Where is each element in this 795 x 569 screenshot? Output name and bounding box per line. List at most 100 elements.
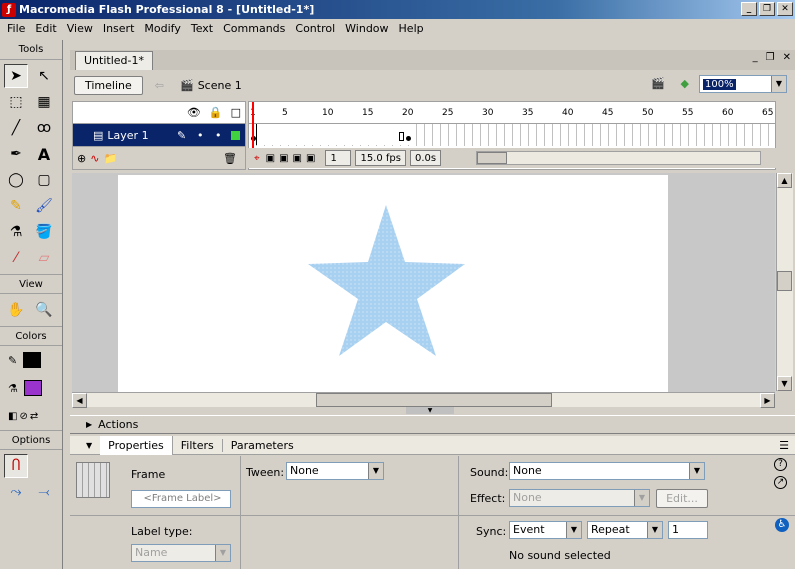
black-white-icon[interactable]: ◧ — [8, 411, 17, 422]
back-arrow-icon[interactable]: ⇦ — [155, 79, 164, 92]
eyedropper-tool-icon[interactable]: ⁄ — [4, 246, 28, 270]
ink-bottle-tool-icon[interactable]: ⚗ — [4, 220, 28, 244]
edit-button[interactable]: Edit... — [656, 489, 708, 508]
show-hide-icon[interactable]: 👁 — [187, 106, 201, 119]
doc-minimize-icon[interactable]: _ — [753, 52, 758, 63]
brush-tool-icon[interactable]: 🖌 — [32, 194, 56, 218]
swap-colors-icon[interactable]: ⇄ — [30, 411, 38, 422]
zoom-dropdown-icon[interactable]: ▼ — [771, 76, 786, 92]
subselect-tool-icon[interactable]: ↖ — [32, 64, 56, 88]
repeat-dropdown-icon[interactable]: ▼ — [647, 522, 662, 538]
scene-name[interactable]: Scene 1 — [198, 79, 242, 92]
straighten-icon[interactable]: ⤙ — [32, 480, 56, 504]
menu-file[interactable]: File — [2, 22, 30, 35]
outline-icon[interactable]: □ — [231, 106, 241, 119]
doc-close-icon[interactable]: ✕ — [783, 52, 791, 63]
menu-insert[interactable]: Insert — [98, 22, 140, 35]
menu-modify[interactable]: Modify — [139, 22, 185, 35]
panel-collapse-handle[interactable]: ▼ — [406, 407, 454, 414]
vscroll-thumb[interactable] — [777, 271, 792, 291]
visible-dot-icon[interactable]: • — [197, 129, 204, 142]
scroll-down-icon[interactable]: ▼ — [777, 376, 792, 391]
timeline-button[interactable]: Timeline — [74, 75, 143, 95]
rectangle-tool-icon[interactable]: ▢ — [32, 168, 56, 192]
sound-dropdown-icon[interactable]: ▼ — [689, 463, 704, 479]
timeline-hscroll[interactable] — [476, 151, 761, 165]
sync-dropdown-icon[interactable]: ▼ — [566, 522, 581, 538]
stage-vscroll[interactable]: ▲ ▼ — [776, 173, 793, 391]
expand-arrow-icon[interactable]: ▶ — [86, 420, 92, 429]
label-type-dropdown-icon[interactable]: ▼ — [215, 545, 230, 561]
onion-skin-icon[interactable]: ▣ — [266, 153, 275, 164]
fill-color-swatch[interactable] — [23, 380, 42, 396]
menu-control[interactable]: Control — [290, 22, 340, 35]
center-frame-icon[interactable]: ⌖ — [254, 153, 260, 164]
frame-row[interactable] — [249, 102, 775, 148]
panel-menu-icon[interactable]: ☰ — [771, 439, 795, 452]
lasso-tool-icon[interactable]: ꝏ — [32, 116, 56, 140]
effect-select[interactable]: None ▼ — [509, 489, 650, 507]
star-shape[interactable] — [308, 205, 465, 356]
pencil-tool-icon[interactable]: ✎ — [4, 194, 28, 218]
scroll-up-icon[interactable]: ▲ — [777, 173, 792, 188]
lock-dot-icon[interactable]: • — [215, 129, 222, 142]
oval-tool-icon[interactable]: ◯ — [4, 168, 28, 192]
stage-hscroll[interactable]: ◀ ▶ — [72, 392, 775, 408]
hand-tool-icon[interactable]: ✋ — [4, 298, 28, 322]
zoom-combo[interactable]: 100% ▼ — [699, 75, 787, 93]
insert-layer-icon[interactable]: ⊕ — [77, 152, 86, 165]
add-guide-layer-icon[interactable]: ∿ — [90, 152, 99, 165]
close-button[interactable]: ✕ — [777, 2, 793, 16]
menu-commands[interactable]: Commands — [218, 22, 290, 35]
sync-select[interactable]: Event ▼ — [509, 521, 582, 539]
repeat-count-input[interactable]: 1 — [668, 521, 708, 539]
frame-rate[interactable]: 15.0 fps — [355, 150, 406, 166]
snap-magnet-icon[interactable]: Ⴖ — [4, 454, 28, 478]
lock-icon[interactable]: 🔒 — [209, 106, 223, 119]
timeline-hscroll-thumb[interactable] — [477, 152, 507, 164]
tween-select[interactable]: None ▼ — [286, 462, 384, 480]
options-icon[interactable]: ↗ — [774, 476, 787, 489]
tween-dropdown-icon[interactable]: ▼ — [368, 463, 383, 479]
edit-multiple-icon[interactable]: ▣ — [293, 153, 302, 164]
insert-folder-icon[interactable]: 📁 — [103, 152, 117, 165]
line-tool-icon[interactable]: ╱ — [4, 116, 28, 140]
edit-symbols-icon[interactable]: ◆ — [681, 77, 689, 90]
sound-select[interactable]: None ▼ — [509, 462, 705, 480]
current-frame-indicator[interactable] — [252, 102, 254, 148]
minimize-button[interactable]: _ — [741, 2, 757, 16]
restore-button[interactable]: ❐ — [759, 2, 775, 16]
help-icon[interactable]: ? — [774, 458, 787, 471]
menu-text[interactable]: Text — [186, 22, 218, 35]
scroll-right-icon[interactable]: ▶ — [760, 393, 775, 408]
repeat-select[interactable]: Repeat ▼ — [587, 521, 663, 539]
menu-help[interactable]: Help — [394, 22, 429, 35]
doc-restore-icon[interactable]: ❐ — [766, 52, 775, 63]
text-tool-icon[interactable]: A — [32, 142, 56, 166]
menu-view[interactable]: View — [62, 22, 98, 35]
zoom-tool-icon[interactable]: 🔍 — [32, 298, 56, 322]
frame-label-input[interactable]: <Frame Label> — [131, 490, 231, 508]
accessibility-icon[interactable]: ♿ — [775, 518, 789, 532]
modify-markers-icon[interactable]: ▣ — [306, 153, 315, 164]
effect-dropdown-icon[interactable]: ▼ — [634, 490, 649, 506]
menu-edit[interactable]: Edit — [30, 22, 61, 35]
document-tab[interactable]: Untitled-1* — [75, 50, 153, 70]
tab-filters[interactable]: Filters — [173, 439, 222, 452]
free-transform-tool-icon[interactable]: ⬚ — [4, 90, 28, 114]
paint-bucket-tool-icon[interactable]: 🪣 — [32, 220, 56, 244]
eraser-tool-icon[interactable]: ▱ — [32, 246, 56, 270]
fill-transform-tool-icon[interactable]: ▦ — [32, 90, 56, 114]
flash-app-icon[interactable]: ƒ — [2, 2, 16, 17]
tab-parameters[interactable]: Parameters — [221, 438, 302, 452]
outline-color-icon[interactable] — [231, 131, 240, 140]
hscroll-thumb[interactable] — [316, 393, 552, 407]
tab-properties[interactable]: Properties — [100, 435, 173, 455]
edit-scene-icon[interactable]: 🎬 — [651, 77, 665, 90]
scroll-left-icon[interactable]: ◀ — [72, 393, 87, 408]
collapse-arrow-icon[interactable]: ▼ — [70, 441, 100, 450]
smooth-icon[interactable]: ⤳ — [4, 480, 28, 504]
stage[interactable] — [118, 175, 668, 393]
frame-ruler[interactable]: 15101520253035404550556065 — [249, 102, 775, 124]
actions-panel-header[interactable]: ▶ Actions — [70, 415, 795, 434]
